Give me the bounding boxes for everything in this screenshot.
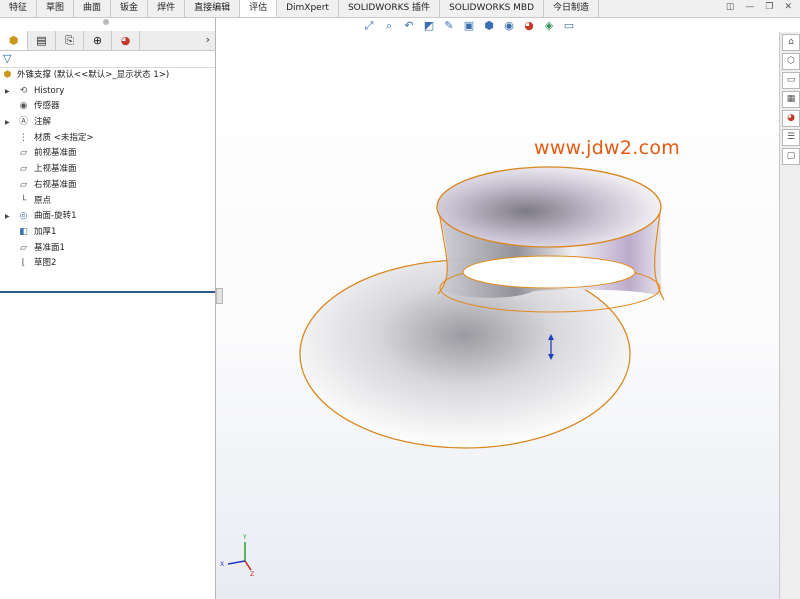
annotation-icon: Ⓐ bbox=[18, 117, 28, 128]
tree-item-right-plane[interactable]: ▱ 右视基准面 bbox=[0, 178, 215, 194]
history-icon: ⟲ bbox=[19, 85, 28, 96]
tab-weldments[interactable]: 焊件 bbox=[148, 0, 186, 17]
sketch-icon: ⌊ bbox=[21, 258, 26, 269]
model-view[interactable]: Y X Z bbox=[216, 18, 780, 599]
view-palette-icon[interactable]: ▦ bbox=[782, 91, 800, 108]
tab-solidworks-mbd[interactable]: SOLIDWORKS MBD bbox=[440, 0, 545, 17]
command-manager-tabs: 特征 草图 曲面 钣金 焊件 直接编辑 评估 DimXpert SOLIDWOR… bbox=[0, 0, 800, 18]
chevron-right-icon[interactable]: › bbox=[206, 33, 210, 46]
feature-tree-icon[interactable]: ⬢ bbox=[0, 31, 28, 50]
design-library-icon[interactable]: ⬡ bbox=[782, 53, 800, 70]
property-manager-icon[interactable]: ▤ bbox=[28, 31, 56, 50]
view-settings-icon[interactable]: ▭ bbox=[562, 19, 576, 33]
tab-direct-editing[interactable]: 直接编辑 bbox=[185, 0, 241, 17]
tree-item-front-plane[interactable]: ▱ 前视基准面 bbox=[0, 146, 215, 162]
close-icon[interactable]: ✕ bbox=[784, 2, 792, 12]
zoom-to-fit-icon[interactable]: ⤢ bbox=[362, 19, 376, 33]
coordinate-triad: Y X Z bbox=[220, 534, 254, 578]
hide-show-items-icon[interactable]: ◉ bbox=[502, 19, 516, 33]
top-opening bbox=[436, 166, 662, 248]
tree-item-thicken[interactable]: ◧ 加厚1 bbox=[0, 225, 215, 241]
feature-manager-panel: ⬢ ▤ ⎘ ⊕ ◕ › ▽ ⬢ 外锥支撑 (默认<<默认>_显示状态 1>) ▶… bbox=[0, 18, 216, 599]
appearances-icon[interactable]: ◕ bbox=[782, 110, 800, 127]
part-icon: ⬢ bbox=[3, 70, 12, 80]
feature-manager-tabs: ⬢ ▤ ⎘ ⊕ ◕ bbox=[0, 31, 215, 51]
tree-root-part[interactable]: ⬢ 外锥支撑 (默认<<默认>_显示状态 1>) bbox=[0, 68, 215, 84]
section-view-icon[interactable]: ◩ bbox=[422, 19, 436, 33]
rollback-bar[interactable] bbox=[0, 291, 215, 293]
tree-item-plane1[interactable]: ▱ 基准面1 bbox=[0, 241, 215, 257]
triad-x-label: X bbox=[220, 561, 224, 568]
display-manager-icon[interactable]: ◕ bbox=[112, 31, 140, 50]
material-icon: ⋮ bbox=[19, 132, 28, 143]
triad-y-label: Y bbox=[242, 534, 247, 541]
tab-sketch[interactable]: 草图 bbox=[37, 0, 75, 17]
expand-arrow-icon[interactable]: ▶ bbox=[5, 115, 11, 131]
feature-tree: ⬢ 外锥支撑 (默认<<默认>_显示状态 1>) ▶ ⟲ History ◉ 传… bbox=[0, 68, 215, 272]
custom-properties-icon[interactable]: ☰ bbox=[782, 129, 800, 146]
tree-item-origin[interactable]: └ 原点 bbox=[0, 194, 215, 210]
zoom-to-area-icon[interactable]: ⌕ bbox=[382, 19, 396, 33]
restore-icon[interactable]: ◫ bbox=[726, 2, 735, 12]
plane-icon: ▱ bbox=[20, 164, 27, 175]
tree-item-annotations[interactable]: ▶ Ⓐ 注解 bbox=[0, 115, 215, 131]
panel-splitter-handle[interactable] bbox=[103, 19, 109, 25]
tab-dimxpert[interactable]: DimXpert bbox=[277, 0, 339, 17]
window-controls: ◫ — ❐ ✕ bbox=[726, 2, 792, 12]
tree-item-history[interactable]: ▶ ⟲ History bbox=[0, 84, 215, 100]
plane-icon: ▱ bbox=[20, 179, 27, 190]
tab-surfaces[interactable]: 曲面 bbox=[74, 0, 112, 17]
display-style-icon[interactable]: ⬢ bbox=[482, 19, 496, 33]
forum-icon[interactable]: ▢ bbox=[782, 148, 800, 165]
triad-z-label: Z bbox=[250, 571, 254, 578]
tab-features[interactable]: 特征 bbox=[0, 0, 38, 17]
tree-item-sketch2[interactable]: ⌊ 草图2 bbox=[0, 256, 215, 272]
origin-icon: └ bbox=[20, 195, 27, 206]
tab-manufacturing[interactable]: 今日制造 bbox=[544, 0, 600, 17]
expand-arrow-icon[interactable]: ▶ bbox=[5, 84, 11, 100]
edit-appearance-icon[interactable]: ◕ bbox=[522, 19, 536, 33]
configuration-manager-icon[interactable]: ⎘ bbox=[56, 31, 84, 50]
heads-up-view-toolbar: ⤢ ⌕ ↶ ◩ ✎ ▣ ⬢ ◉ ◕ ◈ ▭ bbox=[362, 19, 576, 33]
plane-icon: ▱ bbox=[20, 148, 27, 159]
expand-arrow-icon[interactable]: ▶ bbox=[5, 209, 11, 225]
tab-solidworks-addins[interactable]: SOLIDWORKS 插件 bbox=[339, 0, 441, 17]
tab-sheet-metal[interactable]: 钣金 bbox=[111, 0, 149, 17]
dimxpert-icon[interactable]: ⊕ bbox=[84, 31, 112, 50]
tree-item-sensors[interactable]: ◉ 传感器 bbox=[0, 99, 215, 115]
filter-icon[interactable]: ▽ bbox=[3, 52, 11, 65]
sensor-icon: ◉ bbox=[19, 101, 28, 112]
minimize-icon[interactable]: — bbox=[745, 2, 754, 12]
view-orientation-icon[interactable]: ▣ bbox=[462, 19, 476, 33]
tree-item-material[interactable]: ⋮ 材质 <未指定> bbox=[0, 131, 215, 147]
tree-filter[interactable]: ▽ bbox=[0, 51, 215, 68]
plane-icon: ▱ bbox=[20, 242, 27, 253]
file-explorer-icon[interactable]: ▭ bbox=[782, 72, 800, 89]
previous-view-icon[interactable]: ↶ bbox=[402, 19, 416, 33]
apply-scene-icon[interactable]: ◈ bbox=[542, 19, 556, 33]
maximize-icon[interactable]: ❐ bbox=[765, 2, 773, 12]
watermark-text: www.jdw2.com bbox=[534, 137, 681, 159]
task-pane: ⌂ ⬡ ▭ ▦ ◕ ☰ ▢ bbox=[779, 32, 800, 599]
triad-z-axis bbox=[244, 560, 252, 571]
tab-evaluate[interactable]: 评估 bbox=[240, 0, 278, 17]
tree-item-top-plane[interactable]: ▱ 上视基准面 bbox=[0, 162, 215, 178]
triad-x-axis bbox=[227, 560, 246, 565]
revolve-surface-icon: ◎ bbox=[19, 211, 28, 222]
home-icon[interactable]: ⌂ bbox=[782, 34, 800, 51]
dynamic-annotation-icon[interactable]: ✎ bbox=[442, 19, 456, 33]
thicken-icon: ◧ bbox=[19, 226, 28, 237]
tree-item-revolve-surface[interactable]: ▶ ◎ 曲面-旋转1 bbox=[0, 209, 215, 225]
inner-rim bbox=[462, 255, 636, 289]
